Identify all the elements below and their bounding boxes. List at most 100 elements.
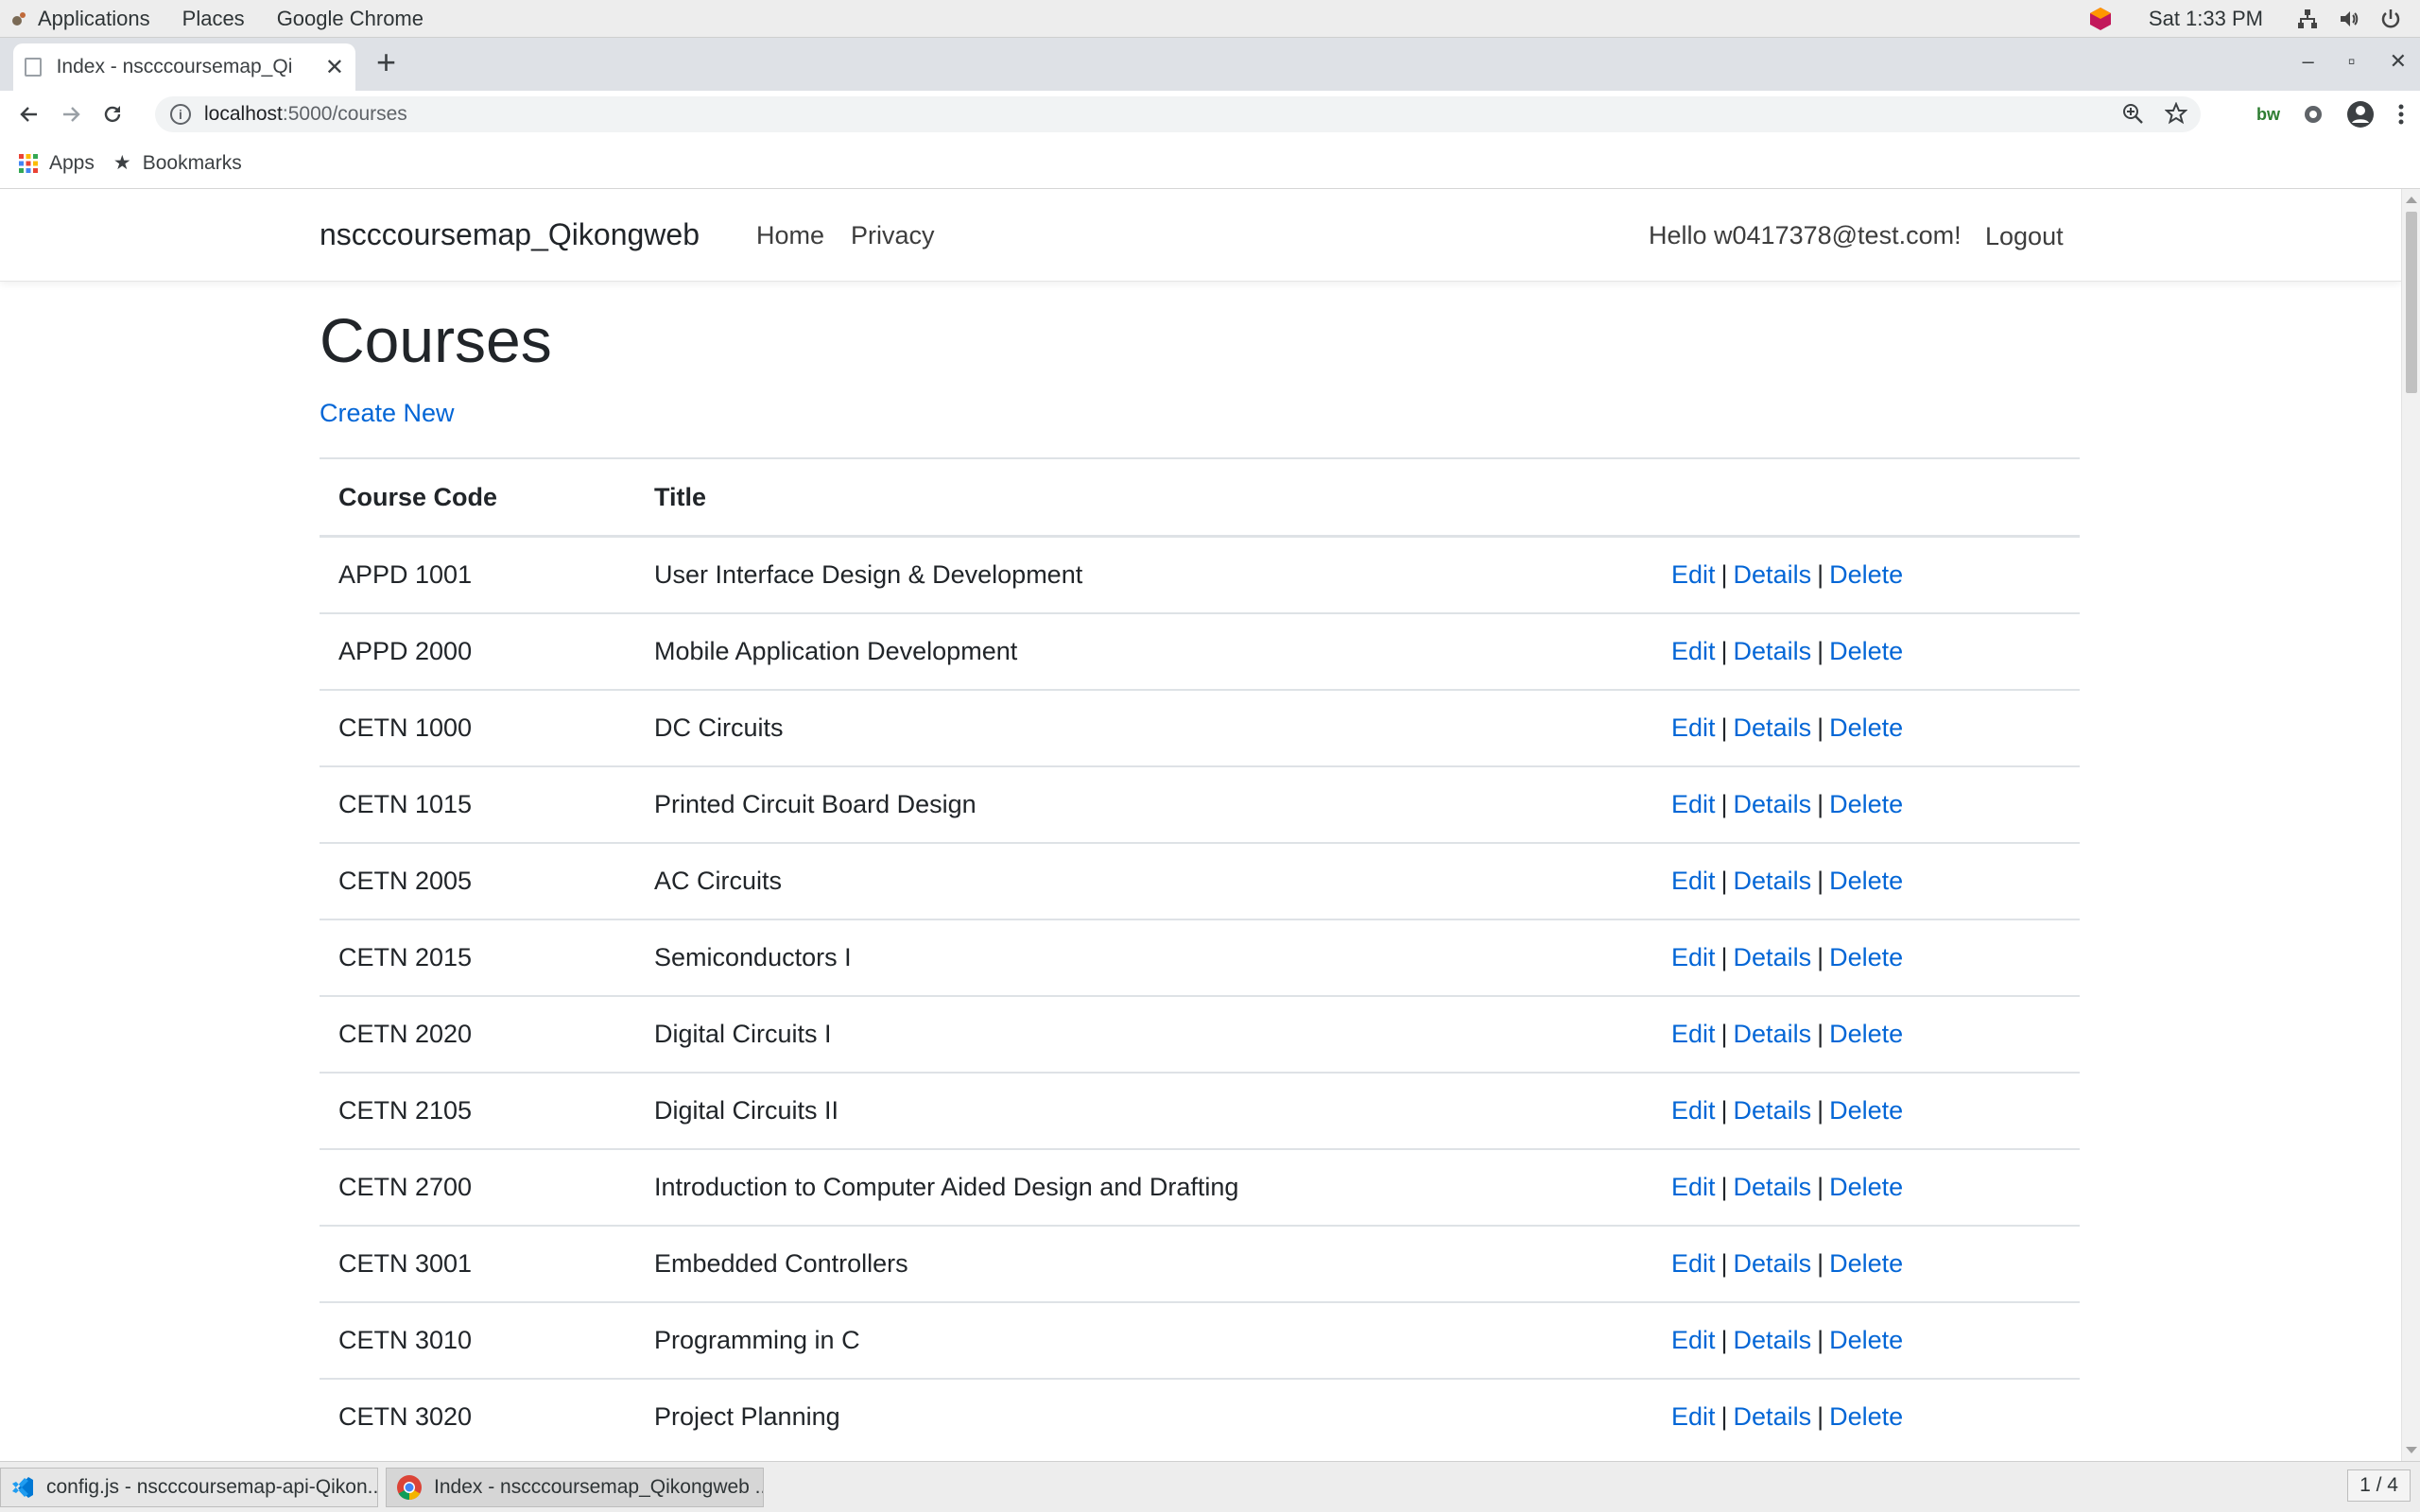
row-actions: Edit | Details | Delete [1652,535,2080,613]
edit-link[interactable]: Edit [1671,790,1716,818]
nav-home-link[interactable]: Home [756,221,824,250]
edit-link[interactable]: Edit [1671,1249,1716,1278]
details-link[interactable]: Details [1734,1173,1812,1201]
apps-shortcut[interactable]: Apps [19,152,95,175]
window-close-icon[interactable]: ✕ [2390,49,2407,74]
chrome-menu-icon[interactable] [2395,102,2407,127]
delete-link[interactable]: Delete [1829,1173,1903,1201]
edit-link[interactable]: Edit [1671,943,1716,971]
delete-link[interactable]: Delete [1829,713,1903,742]
table-row: CETN 1000 DC Circuits Edit | Details | Delete [320,689,2080,766]
network-icon[interactable] [2295,7,2320,31]
chrome-icon [396,1474,423,1501]
edit-link[interactable]: Edit [1671,1402,1716,1431]
scroll-down-icon[interactable] [2406,1447,2417,1453]
details-link[interactable]: Details [1734,1402,1812,1431]
details-link[interactable]: Details [1734,560,1812,589]
app-indicator-icon[interactable] [2088,7,2113,31]
taskbar-item-label: config.js - nscccoursemap-api-Qikon... [46,1476,378,1498]
edit-link[interactable]: Edit [1671,867,1716,895]
delete-link[interactable]: Delete [1829,1326,1903,1354]
edit-link[interactable]: Edit [1671,1173,1716,1201]
site-info-icon[interactable]: i [170,104,191,125]
details-link[interactable]: Details [1734,867,1812,895]
separator: | [1817,1173,1824,1201]
course-title-cell: Semiconductors I [635,919,1652,996]
scrollbar-thumb[interactable] [2406,212,2417,393]
delete-link[interactable]: Delete [1829,943,1903,971]
details-link[interactable]: Details [1734,637,1812,665]
nav-privacy-link[interactable]: Privacy [851,221,935,250]
workspace-pager[interactable]: 1 / 4 [2347,1469,2411,1502]
separator: | [1720,1249,1728,1278]
edit-link[interactable]: Edit [1671,713,1716,742]
delete-link[interactable]: Delete [1829,1020,1903,1048]
delete-link[interactable]: Delete [1829,1249,1903,1278]
course-title-cell: User Interface Design & Development [635,535,1652,613]
reload-icon[interactable] [95,96,130,132]
tab-close-icon[interactable]: ✕ [325,54,344,81]
details-link[interactable]: Details [1734,943,1812,971]
extension-bw-icon[interactable]: bw [2256,105,2280,125]
applications-menu[interactable]: Applications [38,7,150,31]
course-title-cell: Introduction to Computer Aided Design an… [635,1148,1652,1226]
volume-icon[interactable] [2337,7,2361,31]
minimize-icon[interactable]: – [2303,49,2314,74]
zoom-icon[interactable] [2121,102,2144,125]
separator: | [1720,1020,1728,1048]
taskbar-item-vscode[interactable]: config.js - nscccoursemap-api-Qikon... [0,1468,378,1507]
edit-link[interactable]: Edit [1671,560,1716,589]
delete-link[interactable]: Delete [1829,867,1903,895]
row-actions: Edit | Details | Delete [1652,919,2080,996]
separator: | [1817,1096,1824,1125]
course-title-cell: Digital Circuits I [635,995,1652,1073]
site-navbar: nscccoursemap_Qikongweb Home Privacy Hel… [0,189,2401,282]
details-link[interactable]: Details [1734,1020,1812,1048]
page-favicon-icon [25,58,42,77]
back-icon[interactable] [11,96,47,132]
course-code-cell: CETN 2015 [320,919,635,996]
details-link[interactable]: Details [1734,790,1812,818]
google-chrome-menu[interactable]: Google Chrome [277,7,424,31]
delete-link[interactable]: Delete [1829,560,1903,589]
course-title-cell: AC Circuits [635,842,1652,919]
page-scrollbar[interactable] [2401,189,2420,1461]
places-menu[interactable]: Places [182,7,245,31]
create-new-link[interactable]: Create New [320,399,455,428]
edit-link[interactable]: Edit [1671,1020,1716,1048]
scroll-up-icon[interactable] [2406,197,2417,203]
details-link[interactable]: Details [1734,1096,1812,1125]
clock[interactable]: Sat 1:33 PM [2149,7,2263,31]
details-link[interactable]: Details [1734,713,1812,742]
edit-link[interactable]: Edit [1671,1096,1716,1125]
details-link[interactable]: Details [1734,1249,1812,1278]
edit-link[interactable]: Edit [1671,637,1716,665]
details-link[interactable]: Details [1734,1326,1812,1354]
browser-toolbar: i localhost:5000/courses bw [0,91,2420,138]
separator: | [1720,560,1728,589]
delete-link[interactable]: Delete [1829,637,1903,665]
delete-link[interactable]: Delete [1829,790,1903,818]
profile-icon[interactable] [2346,100,2375,129]
forward-icon[interactable] [53,96,89,132]
maximize-icon[interactable]: ▫ [2348,49,2356,74]
user-greeting-link[interactable]: Hello w0417378@test.com! [1649,221,1962,250]
row-actions: Edit | Details | Delete [1652,612,2080,690]
address-bar[interactable]: i localhost:5000/courses [155,96,2201,132]
delete-link[interactable]: Delete [1829,1402,1903,1431]
course-title-cell: DC Circuits [635,689,1652,766]
taskbar-item-chrome[interactable]: Index - nscccoursemap_Qikongweb ... [386,1468,764,1507]
delete-link[interactable]: Delete [1829,1096,1903,1125]
browser-tab[interactable]: Index - nscccoursemap_Qi ✕ [13,43,355,91]
extension-gear-icon[interactable] [2301,102,2325,127]
page-title: Courses [320,305,552,375]
new-tab-icon[interactable]: + [376,45,396,79]
power-icon[interactable] [2378,7,2403,31]
logout-button[interactable]: Logout [1985,222,2064,251]
site-brand[interactable]: nscccoursemap_Qikongweb [320,217,700,252]
edit-link[interactable]: Edit [1671,1326,1716,1354]
url-host: localhost [204,103,283,125]
bookmarks-folder[interactable]: ★ Bookmarks [113,151,242,175]
separator: | [1817,1326,1824,1354]
bookmark-star-icon[interactable] [2165,102,2187,125]
